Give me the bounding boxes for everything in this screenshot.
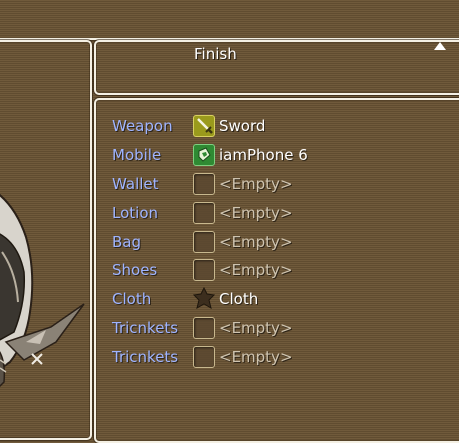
equip-slot-shoes[interactable]: Shoes <Empty> xyxy=(112,257,442,283)
empty-slot-icon xyxy=(193,173,215,195)
equipped-item-name: <Empty> xyxy=(219,319,293,337)
equipped-item-name: Sword xyxy=(219,117,266,135)
empty-slot-icon xyxy=(193,202,215,224)
equipped-item-name: <Empty> xyxy=(219,175,293,193)
slot-label: Lotion xyxy=(112,204,159,222)
equipped-item-name: <Empty> xyxy=(219,348,293,366)
slot-label: Tricnkets xyxy=(112,319,179,337)
empty-slot-icon xyxy=(193,231,215,253)
equip-slot-wallet[interactable]: Wallet <Empty> xyxy=(112,171,442,197)
finish-command[interactable]: Finish xyxy=(194,45,237,63)
actor-preview-panel xyxy=(0,40,92,440)
slot-label: Shoes xyxy=(112,261,158,279)
equipped-item-name: <Empty> xyxy=(219,261,293,279)
sword-icon xyxy=(193,115,215,137)
equipped-item-name: <Empty> xyxy=(219,204,293,222)
slot-label: Mobile xyxy=(112,146,162,164)
slot-label: Tricnkets xyxy=(112,348,179,366)
empty-slot-icon xyxy=(193,259,215,281)
slot-label: Weapon xyxy=(112,117,173,135)
star-icon xyxy=(192,287,216,310)
equipped-item-name: Cloth xyxy=(219,290,259,308)
empty-slot-icon xyxy=(193,346,215,368)
equip-slot-bag[interactable]: Bag <Empty> xyxy=(112,229,442,255)
equip-slot-mobile[interactable]: Mobile iamPhone 6 xyxy=(112,142,442,168)
equipped-item-name: <Empty> xyxy=(219,233,293,251)
equip-slot-cloth[interactable]: Cloth Cloth xyxy=(112,286,442,312)
equip-slot-trinket-1[interactable]: Tricnkets <Empty> xyxy=(112,315,442,341)
equip-slot-trinket-2[interactable]: Tricnkets <Empty> xyxy=(112,344,442,370)
slot-label: Cloth xyxy=(112,290,152,308)
phone-icon xyxy=(193,144,215,166)
command-window: Finish xyxy=(94,40,459,95)
slot-label: Wallet xyxy=(112,175,159,193)
equip-slot-lotion[interactable]: Lotion <Empty> xyxy=(112,200,442,226)
character-sprite xyxy=(0,193,85,388)
equip-slot-weapon[interactable]: Weapon Sword xyxy=(112,113,442,139)
scroll-up-arrow-icon[interactable] xyxy=(434,42,446,50)
empty-slot-icon xyxy=(193,317,215,339)
equipped-item-name: iamPhone 6 xyxy=(219,146,308,164)
slot-label: Bag xyxy=(112,233,142,251)
